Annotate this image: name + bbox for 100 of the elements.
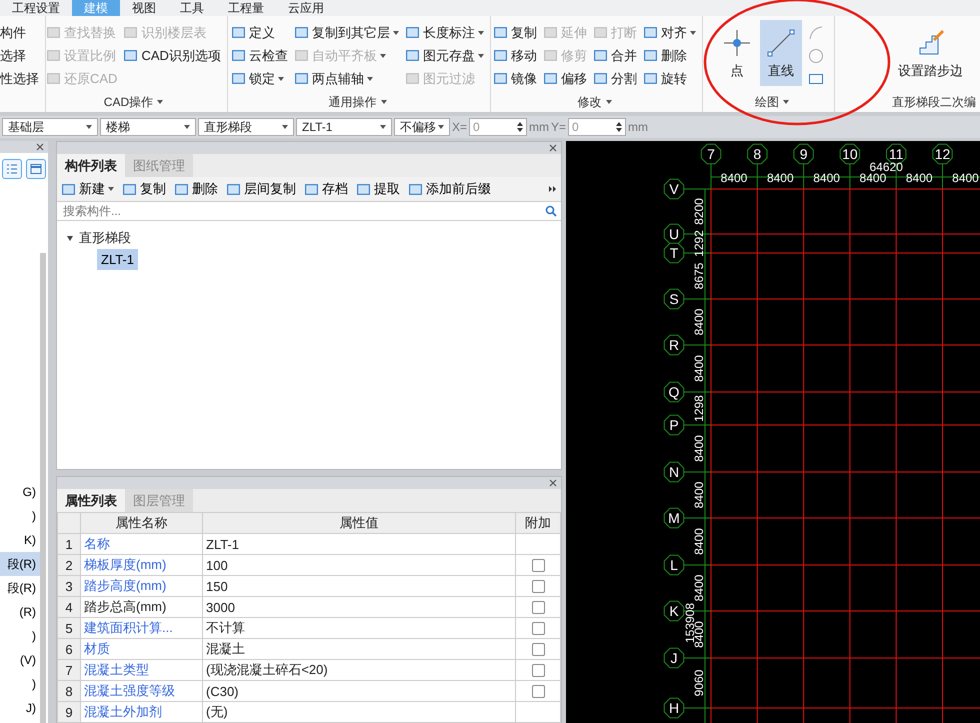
panel-action-button[interactable]: 存档 bbox=[304, 180, 348, 198]
draw-tool-button[interactable]: 点 bbox=[716, 20, 758, 86]
list-view-button[interactable] bbox=[2, 159, 22, 179]
property-value-cell[interactable]: 100 bbox=[202, 554, 516, 576]
dropdown[interactable]: 不偏移 bbox=[394, 118, 450, 136]
panel-action-button[interactable]: 新建 bbox=[61, 180, 114, 198]
component-type-item[interactable]: ) bbox=[0, 672, 40, 696]
axis-bubble: J bbox=[664, 648, 684, 668]
window-view-button[interactable] bbox=[26, 159, 46, 179]
axis-bubble: Q bbox=[664, 382, 684, 402]
circle-icon[interactable] bbox=[808, 48, 824, 64]
row-number: 7 bbox=[58, 660, 80, 680]
ribbon-command[interactable]: 构件 bbox=[0, 21, 39, 44]
ribbon-command[interactable]: 云检查 bbox=[231, 44, 288, 67]
component-type-item[interactable]: (V) bbox=[0, 648, 40, 672]
panel-action-button[interactable]: 复制 bbox=[122, 180, 166, 198]
more-icon[interactable] bbox=[549, 185, 557, 193]
component-type-item[interactable]: J) bbox=[0, 696, 40, 720]
close-icon[interactable] bbox=[549, 479, 557, 487]
search-box[interactable]: 搜索构件... bbox=[57, 201, 561, 221]
ribbon-tab[interactable]: 视图 bbox=[120, 0, 168, 16]
ribbon-command[interactable]: 锁定 bbox=[231, 67, 288, 90]
square-icon bbox=[593, 25, 608, 40]
property-value-cell[interactable]: (无) bbox=[202, 702, 516, 722]
panel-action-button[interactable]: 层间复制 bbox=[226, 180, 296, 198]
ribbon-command[interactable]: 分割 bbox=[593, 67, 637, 90]
component-type-item[interactable]: 段(R) bbox=[0, 576, 40, 600]
ribbon-command[interactable]: 选择 bbox=[0, 44, 39, 67]
ribbon-command[interactable]: 删除 bbox=[643, 44, 696, 67]
property-value-cell[interactable]: (C30) bbox=[202, 680, 516, 702]
ribbon-tab[interactable]: 工程量 bbox=[216, 0, 276, 16]
component-type-item[interactable]: (R) bbox=[0, 600, 40, 624]
unit-label: mm bbox=[529, 120, 550, 134]
ribbon-command[interactable]: 两点辅轴 bbox=[294, 67, 399, 90]
component-type-item[interactable]: K) bbox=[0, 528, 40, 552]
ribbon-command[interactable]: 旋转 bbox=[643, 67, 696, 90]
axis-bubble: 9 bbox=[793, 144, 814, 164]
property-value-cell[interactable]: 混凝土 bbox=[202, 638, 516, 660]
square-icon bbox=[493, 48, 508, 63]
arc-icon[interactable] bbox=[808, 25, 824, 42]
tree-node[interactable]: 直形梯段 bbox=[79, 229, 131, 247]
dropdown[interactable]: 楼梯 bbox=[100, 118, 196, 136]
tree-item[interactable]: ZLT-1 bbox=[97, 249, 138, 270]
ribbon-command[interactable]: CAD识别选项 bbox=[123, 44, 221, 67]
close-icon[interactable] bbox=[36, 143, 44, 151]
ribbon-command[interactable]: 合并 bbox=[593, 44, 637, 67]
dimension-label: 8400 bbox=[952, 171, 979, 185]
square-icon bbox=[593, 48, 608, 63]
dropdown[interactable]: 基础层 bbox=[2, 118, 98, 136]
component-type-item[interactable]: ) bbox=[0, 504, 40, 528]
dimension-label: 8400 bbox=[906, 171, 933, 185]
ribbon-tab[interactable]: 工程设置 bbox=[0, 0, 72, 16]
expand-toggle-icon[interactable] bbox=[67, 236, 73, 240]
scrollbar[interactable] bbox=[40, 253, 46, 723]
ribbon-command[interactable]: 移动 bbox=[493, 44, 537, 67]
checkbox[interactable] bbox=[532, 580, 544, 592]
ribbon-command[interactable]: 镜像 bbox=[493, 67, 537, 90]
ribbon-command[interactable]: 性选择 bbox=[0, 67, 39, 90]
ribbon-command[interactable]: 对齐 bbox=[643, 21, 696, 44]
component-type-item[interactable]: 段(R) bbox=[0, 552, 40, 576]
panel-tab[interactable]: 构件列表 bbox=[57, 154, 125, 177]
ribbon-command[interactable]: 长度标注 bbox=[405, 21, 484, 44]
dimension-label: 8200 bbox=[692, 198, 706, 225]
component-type-item[interactable]: G) bbox=[0, 480, 40, 504]
panel-action-button[interactable]: 删除 bbox=[174, 180, 218, 198]
axis-bubble: 8 bbox=[747, 144, 768, 164]
ribbon-command[interactable]: 图元存盘 bbox=[405, 44, 484, 67]
ribbon-large-button[interactable]: 设置踏步边 bbox=[892, 20, 969, 86]
property-value-cell[interactable]: 150 bbox=[202, 576, 516, 596]
close-icon[interactable] bbox=[549, 144, 557, 152]
ribbon-tab[interactable]: 工具 bbox=[168, 0, 216, 16]
property-value-cell[interactable]: ZLT-1 bbox=[202, 534, 516, 554]
square-icon bbox=[231, 71, 246, 86]
row-number: 3 bbox=[58, 576, 80, 596]
checkbox[interactable] bbox=[532, 642, 544, 656]
checkbox[interactable] bbox=[532, 664, 544, 676]
y-label: Y= bbox=[551, 120, 566, 134]
property-value-cell[interactable]: 不计算 bbox=[202, 618, 516, 638]
dropdown[interactable]: ZLT-1 bbox=[296, 118, 392, 136]
panel-action-button[interactable]: 提取 bbox=[356, 180, 400, 198]
square-icon bbox=[643, 25, 658, 40]
caret-icon bbox=[157, 100, 164, 104]
dropdown[interactable]: 直形梯段 bbox=[198, 118, 294, 136]
draw-tool-button[interactable]: 直线 bbox=[760, 20, 802, 86]
component-type-item[interactable]: ) bbox=[0, 624, 40, 648]
checkbox[interactable] bbox=[532, 622, 544, 634]
square-icon bbox=[226, 182, 241, 196]
property-value-cell[interactable]: 3000 bbox=[202, 596, 516, 618]
checkbox[interactable] bbox=[532, 684, 544, 698]
checkbox[interactable] bbox=[532, 600, 544, 614]
ribbon-command[interactable]: 复制到其它层 bbox=[294, 21, 399, 44]
ribbon-command[interactable]: 定义 bbox=[231, 21, 288, 44]
panel-tab[interactable]: 属性列表 bbox=[57, 489, 125, 512]
ribbon-command[interactable]: 偏移 bbox=[543, 67, 587, 90]
ribbon-command[interactable]: 复制 bbox=[493, 21, 537, 44]
panel-action-button[interactable]: 添加前后缀 bbox=[408, 180, 491, 198]
ribbon-tab[interactable]: 云应用 bbox=[276, 0, 336, 16]
property-value-cell[interactable]: (现浇混凝土碎石<20) bbox=[202, 660, 516, 680]
checkbox[interactable] bbox=[532, 558, 544, 572]
search-field[interactable]: 搜索构件... bbox=[61, 203, 545, 219]
